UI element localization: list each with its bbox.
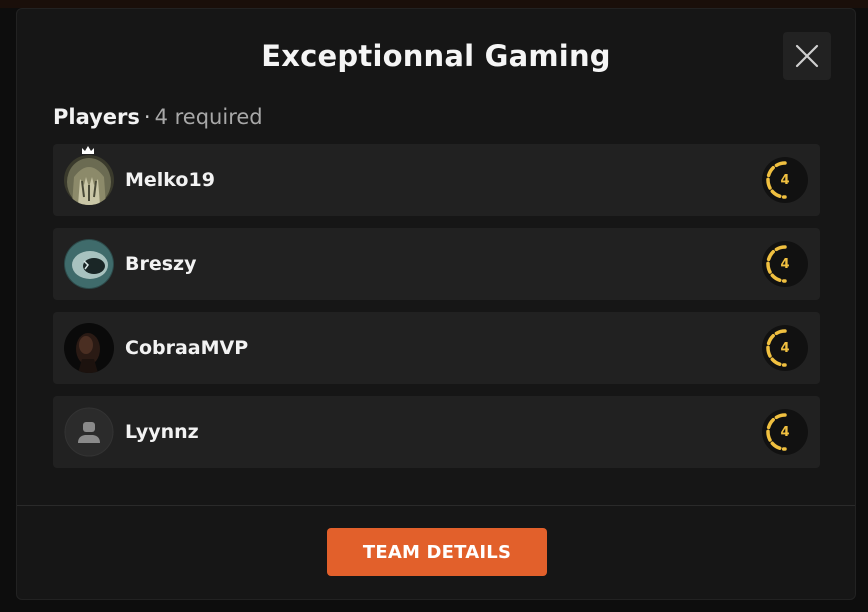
team-details-button[interactable]: TEAM DETAILS <box>327 528 547 576</box>
level-number: 4 <box>780 424 790 440</box>
crown-icon <box>82 146 94 154</box>
players-label: Players <box>53 105 140 129</box>
skill-level-badge: 4 <box>761 156 809 204</box>
dark-portrait-avatar <box>64 323 114 373</box>
skill-level-badge: 4 <box>761 324 809 372</box>
player-list: Melko19 4 Breszy 4 CobraaMVP 4 Lyynnz 4 <box>53 144 820 480</box>
default-user-icon <box>64 407 114 457</box>
player-row[interactable]: Breszy 4 <box>53 228 820 300</box>
player-name[interactable]: CobraaMVP <box>125 337 248 359</box>
team-modal: Exceptionnal Gaming Players·4 required <box>16 8 856 600</box>
avatar-wrap <box>64 323 114 373</box>
level-number: 4 <box>780 172 790 188</box>
avatar <box>64 155 114 205</box>
level-number: 4 <box>780 256 790 272</box>
close-button[interactable] <box>783 32 831 80</box>
hooded-figure-avatar <box>64 155 114 205</box>
avatar-wrap <box>64 239 114 289</box>
skill-level-badge: 4 <box>761 240 809 288</box>
shark-avatar <box>64 239 114 289</box>
avatar <box>64 239 114 289</box>
footer-divider <box>17 505 855 506</box>
player-name[interactable]: Breszy <box>125 253 197 275</box>
avatar-wrap <box>64 146 114 205</box>
close-icon <box>795 44 819 68</box>
separator: · <box>143 105 151 129</box>
modal-title: Exceptionnal Gaming <box>261 39 611 73</box>
avatar <box>64 407 114 457</box>
avatar <box>64 323 114 373</box>
players-header: Players · 4 required <box>53 105 263 129</box>
player-name[interactable]: Lyynnz <box>125 421 199 443</box>
required-count: 4 required <box>154 105 263 129</box>
player-row[interactable]: Melko19 4 <box>53 144 820 216</box>
skill-level-badge: 4 <box>761 408 809 456</box>
avatar-wrap <box>64 407 114 457</box>
player-row[interactable]: Lyynnz 4 <box>53 396 820 468</box>
top-bar <box>0 0 868 8</box>
player-name[interactable]: Melko19 <box>125 169 215 191</box>
player-row[interactable]: CobraaMVP 4 <box>53 312 820 384</box>
level-number: 4 <box>780 340 790 356</box>
